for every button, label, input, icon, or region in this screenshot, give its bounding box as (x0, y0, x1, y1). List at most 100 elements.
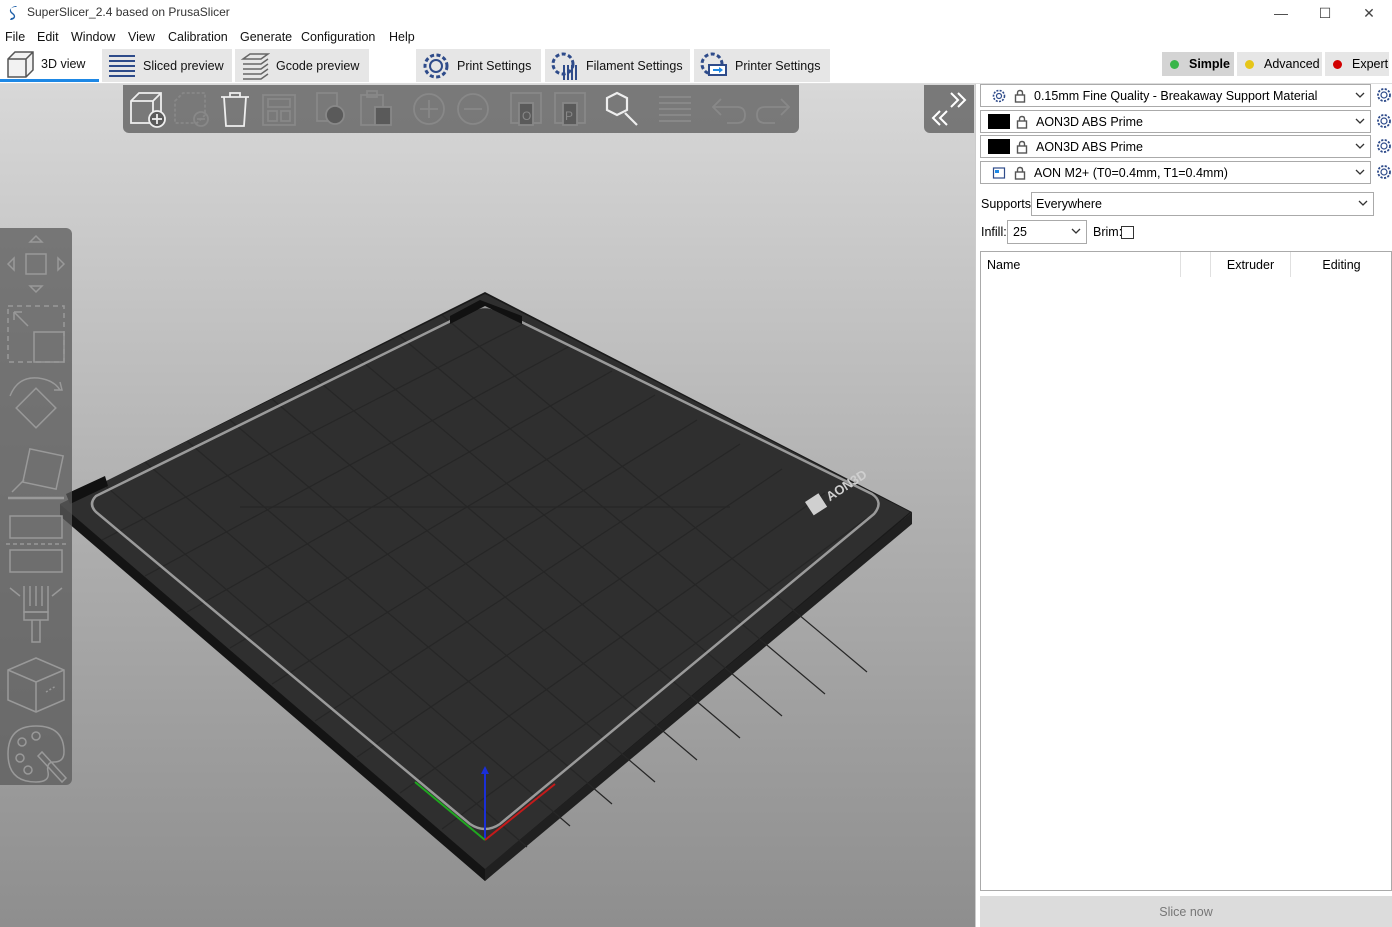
paste-icon[interactable] (355, 89, 395, 129)
filament-spool-icon (550, 51, 580, 81)
menu-edit[interactable]: Edit (37, 30, 59, 44)
cut-icon[interactable] (4, 512, 68, 576)
filament2-preset-combo[interactable]: AON3D ABS Prime (980, 135, 1371, 158)
mmu-paint-palette-icon[interactable] (4, 722, 68, 786)
menu-generate[interactable]: Generate (240, 30, 292, 44)
printer-preset-value: AON M2+ (T0=0.4mm, T1=0.4mm) (1034, 165, 1228, 180)
menu-window[interactable]: Window (71, 30, 115, 44)
maximize-button[interactable]: ☐ (1302, 0, 1348, 26)
tab-print-settings-label: Print Settings (457, 58, 532, 73)
brim-label: Brim: (1093, 225, 1123, 239)
simple-mode-dot-icon (1170, 59, 1179, 69)
infill-value: 25 (1013, 225, 1027, 239)
tab-gcode-preview-label: Gcode preview (276, 58, 360, 73)
delete-object-icon[interactable] (171, 89, 211, 129)
layers-icon (107, 51, 137, 81)
arrange-icon[interactable] (259, 89, 299, 129)
filament2-color-swatch[interactable] (988, 139, 1010, 154)
expert-mode-dot-icon (1333, 59, 1342, 69)
filament1-color-swatch[interactable] (988, 114, 1010, 129)
undo-icon[interactable] (709, 89, 749, 129)
printer-small-icon (992, 166, 1006, 179)
print-settings-gear-icon[interactable] (1376, 87, 1392, 103)
tab-printer-settings[interactable]: Printer Settings (694, 49, 830, 82)
sidebar: 0.15mm Fine Quality - Breakaway Support … (975, 84, 1392, 927)
mode-expert-label: Expert (1352, 57, 1389, 71)
tab-bar: 3D view Sliced preview Gcode preview Pri… (0, 47, 1392, 84)
printer-preset-combo[interactable]: AON M2+ (T0=0.4mm, T1=0.4mm) (980, 161, 1371, 184)
gizmo-toolbar (0, 228, 72, 785)
chevron-down-icon (1355, 143, 1365, 149)
move-icon[interactable] (4, 232, 68, 296)
svg-text:P: P (565, 109, 573, 123)
gear-icon (421, 51, 451, 81)
brim-checkbox[interactable] (1121, 226, 1134, 239)
chevron-down-icon (1355, 118, 1365, 124)
tab-gcode-preview[interactable]: Gcode preview (235, 49, 369, 82)
filament2-settings-gear-icon[interactable] (1376, 138, 1392, 154)
seam-cube-icon[interactable] (4, 652, 68, 716)
copy-icon[interactable] (311, 89, 351, 129)
lock-icon (1014, 166, 1026, 180)
print-preset-value: 0.15mm Fine Quality - Breakaway Support … (1034, 88, 1318, 103)
layers-editing-icon[interactable] (655, 89, 695, 129)
svg-text:O: O (522, 109, 531, 123)
tab-3d-view-label: 3D view (41, 57, 86, 71)
menu-calibration[interactable]: Calibration (168, 30, 228, 44)
mode-advanced-button[interactable]: Advanced (1237, 52, 1322, 76)
tab-sliced-preview-label: Sliced preview (143, 58, 224, 73)
rotate-icon[interactable] (4, 372, 68, 436)
column-extruder[interactable]: Extruder (1211, 252, 1291, 277)
split-objects-icon[interactable]: O (507, 89, 547, 129)
tab-3d-view[interactable]: 3D view (0, 49, 99, 82)
support-paint-brush-icon[interactable] (4, 582, 68, 646)
mode-simple-button[interactable]: Simple (1162, 52, 1234, 76)
column-blank[interactable] (1181, 252, 1211, 277)
supports-label: Supports: (981, 197, 1035, 211)
filament1-preset-value: AON3D ABS Prime (1036, 114, 1143, 129)
remove-instance-icon[interactable] (453, 89, 493, 129)
filament1-preset-combo[interactable]: AON3D ABS Prime (980, 110, 1371, 133)
advanced-mode-dot-icon (1245, 59, 1254, 69)
tab-sliced-preview[interactable]: Sliced preview (102, 49, 232, 82)
chevron-down-icon (1355, 169, 1365, 175)
chevron-down-icon (1071, 228, 1081, 234)
mode-expert-button[interactable]: Expert (1325, 52, 1389, 76)
place-on-face-icon[interactable] (4, 442, 68, 506)
menu-configuration[interactable]: Configuration (301, 30, 375, 44)
scale-icon[interactable] (4, 302, 68, 366)
minimize-button[interactable]: — (1258, 0, 1304, 26)
add-object-icon[interactable] (127, 89, 167, 129)
supports-value: Everywhere (1036, 197, 1102, 211)
infill-select[interactable]: 25 (1007, 220, 1087, 244)
tab-filament-settings[interactable]: Filament Settings (545, 49, 690, 82)
chevron-down-icon (1355, 92, 1365, 98)
menu-bar: File Edit Window View Calibration Genera… (0, 27, 1392, 47)
redo-icon[interactable] (753, 89, 793, 129)
close-button[interactable]: ✕ (1346, 0, 1392, 26)
search-icon[interactable] (601, 89, 641, 129)
3d-viewport[interactable]: AON3D O P (0, 84, 975, 927)
lock-icon (1016, 115, 1028, 129)
gcode-layers-icon (240, 51, 270, 81)
column-name[interactable]: Name (981, 252, 1181, 277)
printer-settings-gear-icon[interactable] (1376, 164, 1392, 180)
lock-icon (1016, 140, 1028, 154)
menu-file[interactable]: File (5, 30, 25, 44)
split-parts-icon[interactable]: P (551, 89, 591, 129)
supports-select[interactable]: Everywhere (1031, 192, 1374, 216)
slice-now-button[interactable]: Slice now (980, 896, 1392, 927)
print-preset-combo[interactable]: 0.15mm Fine Quality - Breakaway Support … (980, 84, 1371, 107)
delete-all-trash-icon[interactable] (215, 89, 255, 129)
cube-icon (5, 49, 35, 79)
menu-help[interactable]: Help (389, 30, 415, 44)
double-chevron-icon (931, 92, 967, 126)
column-editing[interactable]: Editing (1291, 252, 1392, 277)
chevron-down-icon (1358, 200, 1368, 206)
tab-print-settings[interactable]: Print Settings (416, 49, 541, 82)
filament1-settings-gear-icon[interactable] (1376, 113, 1392, 129)
object-list[interactable]: Name Extruder Editing (980, 251, 1392, 891)
menu-view[interactable]: View (128, 30, 155, 44)
collapse-sidebar-button[interactable] (924, 85, 974, 133)
add-instance-icon[interactable] (409, 89, 449, 129)
